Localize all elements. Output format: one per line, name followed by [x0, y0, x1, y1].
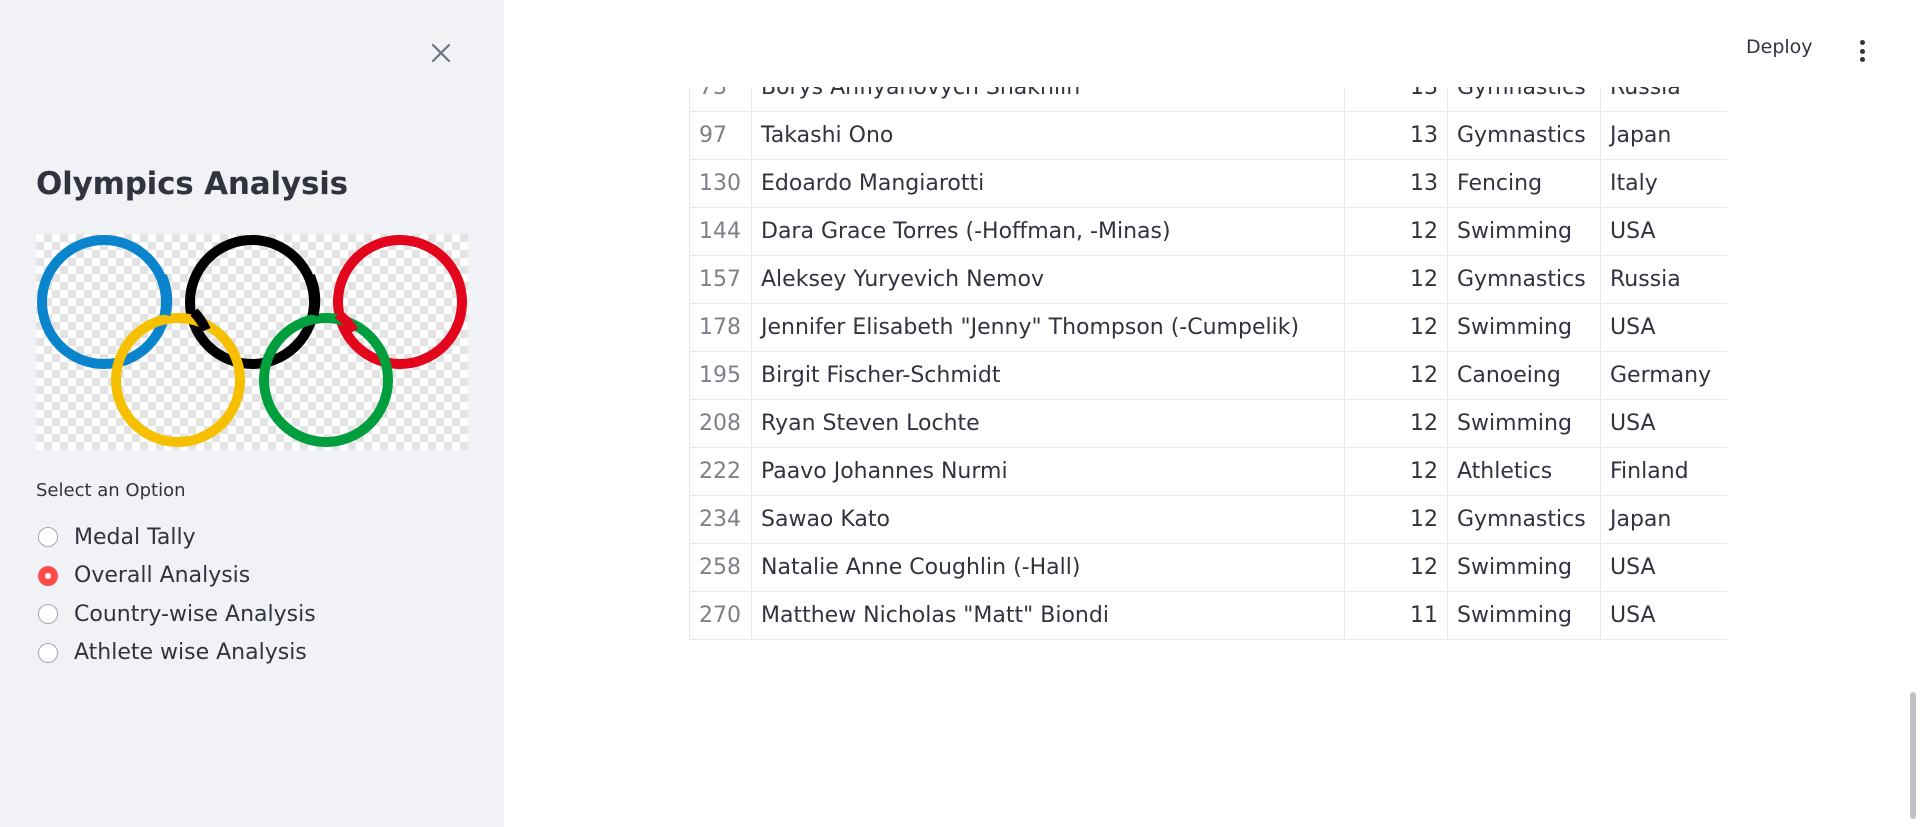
row-index-cell[interactable]: 144: [689, 207, 752, 256]
radio-option-medal-tally[interactable]: Medal Tally: [38, 518, 316, 557]
athlete-name-cell[interactable]: Dara Grace Torres (-Hoffman, -Minas): [751, 207, 1345, 256]
sidebar: Olympics Analysis Select an Option Medal…: [0, 0, 504, 827]
row-index-cell[interactable]: 258: [689, 543, 752, 592]
athlete-name-cell[interactable]: Matthew Nicholas "Matt" Biondi: [751, 591, 1345, 640]
row-index-cell[interactable]: 97: [689, 111, 752, 160]
athlete-name-cell[interactable]: Paavo Johannes Nurmi: [751, 447, 1345, 496]
table-body: 73 Borys Anfiyanovych Shakhlin 13 Gymnastic…: [689, 87, 1727, 640]
radio-option-label: Country-wise Analysis: [74, 601, 316, 627]
sport-cell[interactable]: Swimming: [1447, 303, 1601, 352]
row-index-cell[interactable]: 208: [689, 399, 752, 448]
table-row[interactable]: 208 Ryan Steven Lochte 12 Swimming USA: [689, 399, 1727, 448]
vertical-dots-icon: [1852, 36, 1872, 62]
sport-cell[interactable]: Swimming: [1447, 543, 1601, 592]
row-index-cell[interactable]: 270: [689, 591, 752, 640]
row-index-cell[interactable]: 178: [689, 303, 752, 352]
table-row[interactable]: 73 Borys Anfiyanovych Shakhlin 13 Gymnastic…: [689, 87, 1727, 112]
row-index-cell[interactable]: 234: [689, 495, 752, 544]
table-row[interactable]: 130 Edoardo Mangiarotti 13 Fencing Italy: [689, 159, 1727, 208]
athlete-name-cell[interactable]: Aleksey Yuryevich Nemov: [751, 255, 1345, 304]
radio-option-country-wise-analysis[interactable]: Country-wise Analysis: [38, 595, 316, 634]
row-index-cell[interactable]: 222: [689, 447, 752, 496]
athlete-name-cell[interactable]: Sawao Kato: [751, 495, 1345, 544]
radio-button[interactable]: [38, 604, 58, 625]
radio-option-label: Overall Analysis: [74, 563, 251, 589]
table-row[interactable]: 178 Jennifer Elisabeth "Jenny" Thompson (…: [689, 303, 1727, 352]
medal-count-cell[interactable]: 12: [1344, 255, 1448, 304]
table-row[interactable]: 222 Paavo Johannes Nurmi 12 Athletics Finlan…: [689, 447, 1727, 496]
radio-option-overall-analysis[interactable]: Overall Analysis: [38, 557, 316, 596]
radio-option-label: Athlete wise Analysis: [74, 640, 307, 666]
medal-count-cell[interactable]: 12: [1344, 447, 1448, 496]
table-row[interactable]: 195 Birgit Fischer-Schmidt 12 Canoeing Germa…: [689, 351, 1727, 400]
row-index-cell[interactable]: 73: [689, 87, 752, 112]
medal-count-cell[interactable]: 12: [1344, 399, 1448, 448]
sport-cell[interactable]: Fencing: [1447, 159, 1601, 208]
medal-count-cell[interactable]: 13: [1344, 87, 1448, 112]
main-menu-button[interactable]: [1852, 36, 1872, 64]
medal-count-cell[interactable]: 13: [1344, 111, 1448, 160]
region-cell[interactable]: Germany: [1600, 351, 1727, 400]
medal-count-cell[interactable]: 11: [1344, 591, 1448, 640]
radio-button[interactable]: [38, 642, 58, 663]
medal-count-cell[interactable]: 12: [1344, 351, 1448, 400]
athlete-name-cell[interactable]: Takashi Ono: [751, 111, 1345, 160]
sport-cell[interactable]: Swimming: [1447, 591, 1601, 640]
olympic-rings-logo: [37, 235, 467, 447]
table-row[interactable]: 258 Natalie Anne Coughlin (-Hall) 12 Swimmi…: [689, 543, 1727, 592]
region-cell[interactable]: Japan: [1600, 495, 1727, 544]
medal-count-cell[interactable]: 12: [1344, 207, 1448, 256]
sidebar-title: Olympics Analysis: [36, 166, 348, 202]
table-row[interactable]: 157 Aleksey Yuryevich Nemov 12 Gymnastics Ru…: [689, 255, 1727, 304]
region-cell[interactable]: USA: [1600, 591, 1727, 640]
radio-option-athlete-wise-analysis[interactable]: Athlete wise Analysis: [38, 634, 316, 673]
row-index-cell[interactable]: 157: [689, 255, 752, 304]
region-cell[interactable]: Finland: [1600, 447, 1727, 496]
deploy-button[interactable]: Deploy: [1746, 36, 1813, 58]
sport-cell[interactable]: Canoeing: [1447, 351, 1601, 400]
table-row[interactable]: 234 Sawao Kato 12 Gymnastics Japan: [689, 495, 1727, 544]
region-cell[interactable]: USA: [1600, 207, 1727, 256]
sport-cell[interactable]: Swimming: [1447, 207, 1601, 256]
row-index-cell[interactable]: 130: [689, 159, 752, 208]
athlete-name-cell[interactable]: Borys Anfiyanovych Shakhlin: [751, 87, 1345, 112]
region-cell[interactable]: Italy: [1600, 159, 1727, 208]
athletes-table: 73 Borys Anfiyanovych Shakhlin 13 Gymnastic…: [689, 87, 1727, 640]
page-scrollbar[interactable]: [1910, 692, 1916, 819]
athlete-name-cell[interactable]: Birgit Fischer-Schmidt: [751, 351, 1345, 400]
sport-cell[interactable]: Swimming: [1447, 399, 1601, 448]
athlete-name-cell[interactable]: Edoardo Mangiarotti: [751, 159, 1345, 208]
sport-cell[interactable]: Gymnastics: [1447, 495, 1601, 544]
radio-button-selected[interactable]: [38, 565, 58, 586]
region-cell[interactable]: USA: [1600, 543, 1727, 592]
row-index-cell[interactable]: 195: [689, 351, 752, 400]
table-row[interactable]: 144 Dara Grace Torres (-Hoffman, -Minas) 1…: [689, 207, 1727, 256]
table-row[interactable]: 270 Matthew Nicholas "Matt" Biondi 11 Swimm…: [689, 591, 1727, 640]
athlete-name-cell[interactable]: Ryan Steven Lochte: [751, 399, 1345, 448]
athlete-name-cell[interactable]: Jennifer Elisabeth "Jenny" Thompson (-Cu…: [751, 303, 1345, 352]
table-row[interactable]: 97 Takashi Ono 13 Gymnastics Japan: [689, 111, 1727, 160]
region-cell[interactable]: Russia: [1600, 255, 1727, 304]
region-cell[interactable]: Russia: [1600, 87, 1727, 112]
sport-cell[interactable]: Gymnastics: [1447, 255, 1601, 304]
analysis-radio-group: Medal Tally Overall Analysis Country-wis…: [38, 518, 316, 672]
region-cell[interactable]: Japan: [1600, 111, 1727, 160]
medal-count-cell[interactable]: 12: [1344, 543, 1448, 592]
sport-cell[interactable]: Gymnastics: [1447, 111, 1601, 160]
region-cell[interactable]: USA: [1600, 303, 1727, 352]
medal-count-cell[interactable]: 12: [1344, 303, 1448, 352]
radio-group-label: Select an Option: [36, 480, 186, 501]
sport-cell[interactable]: Athletics: [1447, 447, 1601, 496]
sport-cell[interactable]: Gymnastics: [1447, 87, 1601, 112]
medal-count-cell[interactable]: 12: [1344, 495, 1448, 544]
radio-button[interactable]: [38, 527, 58, 548]
athlete-name-cell[interactable]: Natalie Anne Coughlin (-Hall): [751, 543, 1345, 592]
region-cell[interactable]: USA: [1600, 399, 1727, 448]
olympic-rings-image: [36, 234, 468, 450]
radio-option-label: Medal Tally: [74, 524, 196, 550]
medal-count-cell[interactable]: 13: [1344, 159, 1448, 208]
close-sidebar-button[interactable]: [428, 40, 454, 66]
close-icon: [431, 43, 451, 63]
athletes-dataframe[interactable]: 73 Borys Anfiyanovych Shakhlin 13 Gymnastic…: [689, 87, 1727, 654]
